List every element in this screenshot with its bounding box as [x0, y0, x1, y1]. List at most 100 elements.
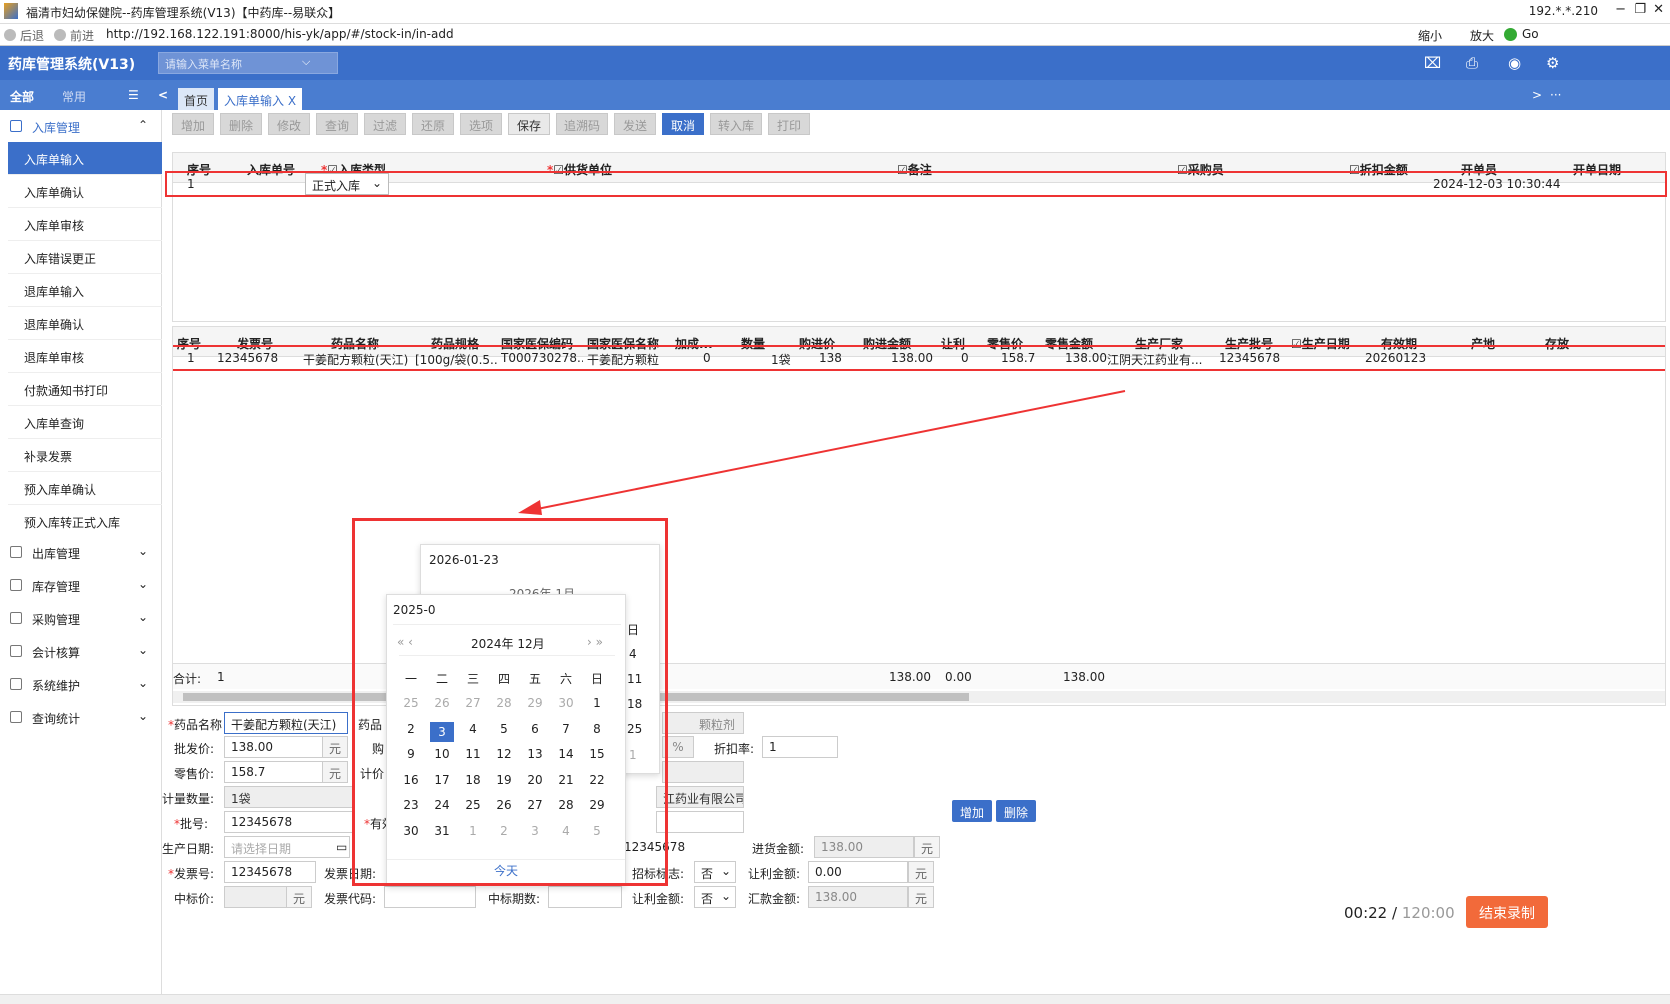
tab-next-icon[interactable]: > — [1532, 88, 1542, 102]
chevron-down-icon: ⌄ — [137, 610, 148, 624]
wholesale-input[interactable]: 138.00 — [224, 736, 324, 758]
batch-label-text: 批号: — [180, 817, 209, 831]
sidebar-item-return-confirm[interactable]: 退库单确认 — [8, 307, 162, 340]
detail-row[interactable]: 1 12345678 干姜配方颗粒(天江) [100g/袋(0.5... T00… — [173, 345, 1665, 371]
forward-icon[interactable] — [54, 29, 66, 41]
sidebar-item-pre-to-formal[interactable]: 预入库转正式入库 — [8, 505, 162, 538]
delete-button[interactable]: 删除 — [220, 113, 262, 135]
sidebar-item-return-audit[interactable]: 退库单审核 — [8, 340, 162, 373]
eye-icon[interactable]: ◉ — [1508, 54, 1521, 72]
zoom-out-button[interactable]: 缩小 — [1418, 27, 1442, 44]
invoice-label: *发票号: — [168, 867, 215, 881]
sidebar-item-stock-in-confirm[interactable]: 入库单确认 — [8, 175, 162, 208]
options-button[interactable]: 选项 — [460, 113, 502, 135]
sidebar-group-accounting[interactable]: 会计核算 ⌄ — [0, 635, 162, 669]
invoice-code-label: 发票代码: — [324, 892, 377, 906]
sidebar-group-purchase[interactable]: 采购管理 ⌄ — [0, 602, 162, 636]
monitor-icon[interactable]: ⌧ — [1424, 54, 1441, 72]
chevron-down-icon: ⌄ — [137, 709, 148, 723]
master-row[interactable]: 1 正式入库 ⌄ 2024-12-03 10:30:44 — [165, 171, 1667, 197]
total-rebate: 0.00 — [945, 670, 972, 684]
sidebar-item-invoice-supplement[interactable]: 补录发票 — [8, 439, 162, 472]
send-button[interactable]: 发送 — [614, 113, 656, 135]
cell-manufacturer: 江阴天江药业有... — [1107, 353, 1203, 367]
rebate-flag-select[interactable]: 否 ⌄ — [694, 886, 736, 908]
menu-toggle-icon[interactable]: ☰ — [128, 88, 139, 102]
cell-purchase-amount: 138.00 — [891, 351, 933, 365]
query-button[interactable]: 查询 — [316, 113, 358, 135]
retail-input[interactable]: 158.7 — [224, 761, 324, 783]
restore-button[interactable]: ❐ — [1634, 2, 1646, 17]
calc-field — [662, 761, 744, 783]
valid-field[interactable] — [656, 811, 744, 833]
form-add-button[interactable]: 增加 — [952, 800, 992, 822]
sidebar-group-system[interactable]: 系统维护 ⌄ — [0, 668, 162, 702]
minimize-button[interactable]: − — [1615, 2, 1626, 17]
restore-data-button[interactable]: 还原 — [412, 113, 454, 135]
purchase-amt-label: 进货金额: — [752, 842, 805, 856]
form-delete-button[interactable]: 删除 — [996, 800, 1036, 822]
invoice-input[interactable]: 12345678 — [224, 861, 316, 883]
discount-rate-input[interactable]: 1 — [762, 736, 838, 758]
zoom-in-button[interactable]: 放大 — [1470, 27, 1494, 44]
sidebar-item-stock-in-audit[interactable]: 入库单审核 — [8, 208, 162, 241]
save-button[interactable]: 保存 — [508, 113, 550, 135]
print-icon[interactable]: ⎙ — [1466, 54, 1478, 72]
discount-rate-label: 折扣率: — [714, 742, 755, 756]
sidebar-group-inventory[interactable]: 库存管理 ⌄ — [0, 569, 162, 603]
sidebar-group-statistics[interactable]: 查询统计 ⌄ — [0, 701, 162, 735]
sidebar-group-stock-out[interactable]: 出库管理 ⌄ — [0, 536, 162, 570]
tab-stock-in-add[interactable]: 入库单输入 X — [218, 88, 303, 110]
trace-code-button[interactable]: 追溯码 — [556, 113, 608, 135]
chevron-down-icon: ⌄ — [137, 577, 148, 591]
purchase-icon — [10, 612, 22, 624]
modify-button[interactable]: 修改 — [268, 113, 310, 135]
bid-flag-select[interactable]: 否 ⌄ — [694, 861, 736, 883]
tab-close-icon[interactable]: X — [288, 94, 296, 108]
drug-name-input[interactable]: 干姜配方颗粒(天江) — [224, 712, 348, 734]
forward-button[interactable]: 前进 — [70, 27, 94, 44]
bid-price-input[interactable] — [224, 886, 288, 908]
menu-all-tab[interactable]: 全部 — [10, 88, 34, 105]
mfg-date-input[interactable]: 请选择日期 — [224, 836, 350, 858]
sidebar-item-stock-in-correct[interactable]: 入库错误更正 — [8, 241, 162, 274]
total-count: 1 — [217, 670, 225, 684]
granule-field: 颗粒剂 — [662, 712, 744, 734]
tab-prev-icon[interactable]: < — [158, 88, 168, 102]
filter-button[interactable]: 过滤 — [364, 113, 406, 135]
rebate-amt-input[interactable]: 0.00 — [808, 861, 908, 883]
tab-more-icon[interactable]: ··· — [1550, 88, 1561, 102]
sidebar-item-pre-stock-confirm[interactable]: 预入库单确认 — [8, 472, 162, 505]
add-button[interactable]: 增加 — [172, 113, 214, 135]
invoice-code-input[interactable] — [384, 886, 476, 908]
unit-yuan: 元 — [914, 836, 940, 858]
chevron-up-icon: ⌃ — [137, 118, 148, 132]
back-icon[interactable] — [4, 29, 16, 41]
menu-search-input[interactable]: 请输入菜单名称 — [158, 52, 338, 74]
transfer-in-button[interactable]: 转入库 — [710, 113, 762, 135]
sidebar-item-payment-notice[interactable]: 付款通知书打印 — [8, 373, 162, 406]
tab-home[interactable]: 首页 — [178, 88, 215, 110]
bid-period-input[interactable] — [548, 886, 622, 908]
stock-type-select[interactable]: 正式入库 ⌄ — [305, 173, 389, 195]
url-field[interactable]: http://192.168.122.191:8000/his-yk/app/#… — [106, 27, 454, 41]
wholesale-label: 批发价: — [174, 742, 215, 756]
annotation-arrow — [518, 390, 1126, 515]
qty-input[interactable]: 1袋 — [224, 786, 354, 808]
go-button[interactable]: Go — [1522, 27, 1539, 41]
sidebar-group-label: 库存管理 — [32, 580, 81, 594]
sidebar-item-return-input[interactable]: 退库单输入 — [8, 274, 162, 307]
stop-recording-button[interactable]: 结束录制 — [1466, 896, 1548, 928]
back-button[interactable]: 后退 — [20, 27, 44, 44]
window-titlebar: 福清市妇幼保健院--药库管理系统(V13)【中药库--易联众】 192.*.*.… — [0, 0, 1670, 24]
close-button[interactable]: ✕ — [1653, 2, 1664, 17]
batch-input[interactable]: 12345678 — [224, 811, 354, 833]
rebate-flag-label: 让利金额: — [632, 892, 685, 906]
sidebar-item-stock-in-input[interactable]: 入库单输入 — [8, 142, 162, 175]
menu-common-tab[interactable]: 常用 — [62, 88, 86, 105]
print-button[interactable]: 打印 — [768, 113, 810, 135]
sidebar-item-stock-in-query[interactable]: 入库单查询 — [8, 406, 162, 439]
cancel-button[interactable]: 取消 — [662, 113, 704, 135]
gear-icon[interactable]: ⚙ — [1546, 54, 1559, 72]
sidebar-group-stock-in[interactable]: 入库管理 ⌃ — [0, 110, 162, 144]
